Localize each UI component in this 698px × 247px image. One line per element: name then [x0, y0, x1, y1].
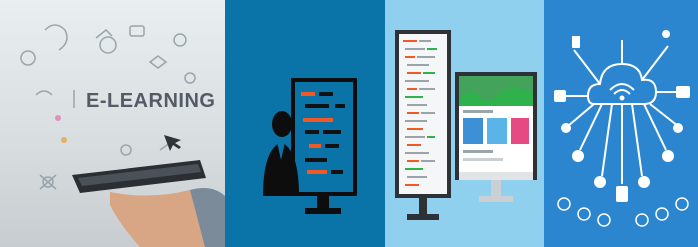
globe-doodle-icon [99, 36, 117, 54]
lightbulb-doodle-icon [44, 24, 68, 51]
monitor-stand [305, 208, 341, 214]
presentation-illustration [263, 78, 357, 214]
banner-strip: E-LEARNING [0, 0, 698, 247]
cursor-icon [164, 135, 181, 151]
gear-doodle-icon [173, 33, 187, 47]
envelope-doodle-icon [129, 25, 145, 37]
user-icon [561, 123, 571, 133]
laptop-icon [554, 90, 566, 102]
code-monitor-stand [407, 214, 439, 220]
e-learning-title: E-LEARNING [86, 90, 216, 112]
web-development-panel [385, 0, 544, 247]
location-pin-icon [662, 30, 671, 38]
cloud-doodle-icon [20, 50, 36, 66]
phone-icon [572, 36, 580, 48]
tablet-icon [616, 186, 628, 202]
camera-icon [572, 150, 584, 162]
settings-icon [638, 176, 650, 188]
e-learning-photo: E-LEARNING [0, 0, 225, 247]
mail-icon [662, 150, 674, 162]
music-icon [594, 176, 606, 188]
tv-icon [676, 86, 690, 98]
design-monitor-stand [479, 196, 513, 202]
presentation-panel [225, 0, 385, 247]
web-dev-illustration [395, 30, 537, 220]
device-icon [673, 123, 683, 133]
e-learning-illustration [20, 24, 225, 247]
molecule-doodle-icon [148, 55, 168, 69]
cloud-network-panel [544, 0, 698, 247]
chat-doodle-icon [35, 90, 53, 96]
cloud-network-illustration [554, 30, 690, 227]
